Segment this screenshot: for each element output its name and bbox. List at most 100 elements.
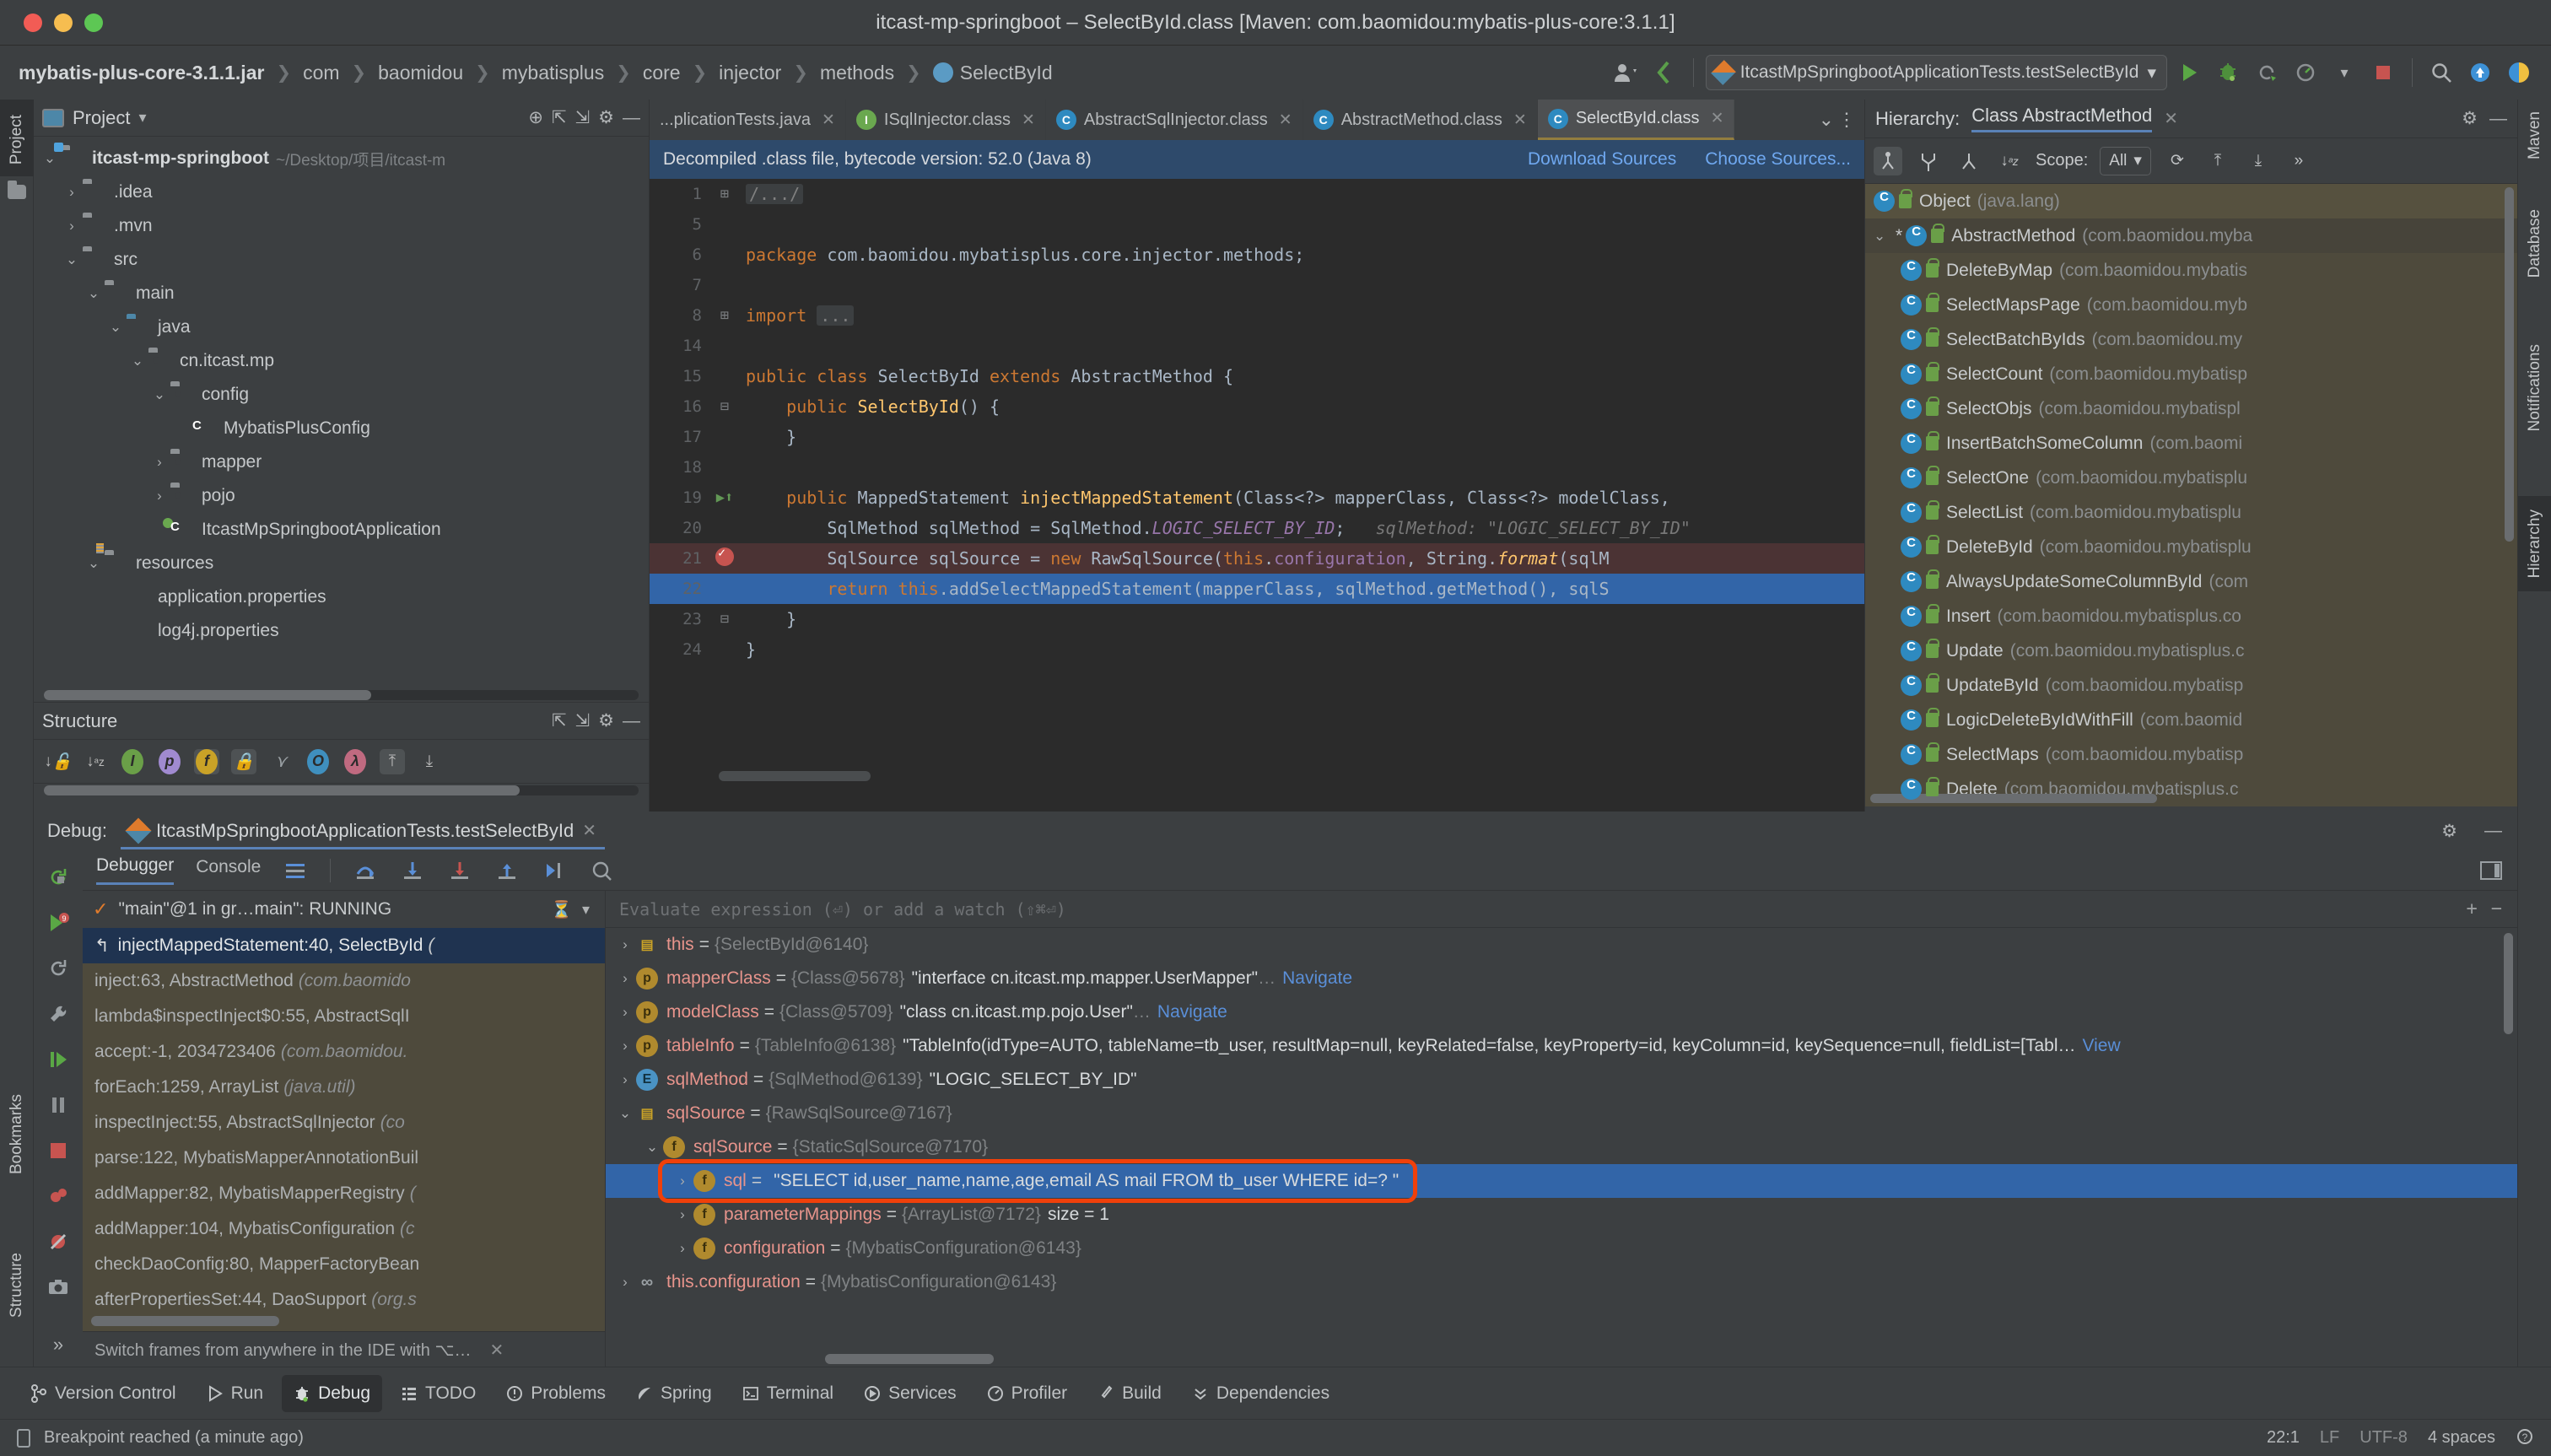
sidebar-tab-database[interactable]: Database (2518, 209, 2551, 278)
editor-tab[interactable]: CAbstractSqlInjector.class✕ (1046, 100, 1303, 140)
variable-row[interactable]: ⌄▤sqlSource={RawSqlSource@7167} (606, 1097, 2517, 1130)
hierarchy-item[interactable]: UpdateById(com.baomidou.mybatisp (1865, 668, 2517, 703)
hide-icon[interactable]: — (2484, 821, 2517, 841)
line-separator[interactable]: LF (2320, 1428, 2339, 1448)
variables-vertical-scrollbar[interactable] (2504, 933, 2513, 1034)
breadcrumb-item-injector[interactable]: injector (709, 62, 791, 84)
hide-icon[interactable]: — (623, 108, 640, 128)
tree-toggle-icon[interactable]: ⌄ (83, 285, 105, 302)
hierarchy-item[interactable]: SelectOne(com.baomidou.mybatisplu (1865, 461, 2517, 495)
run-button[interactable] (2172, 56, 2206, 89)
layout-settings-icon[interactable] (283, 858, 308, 883)
close-icon[interactable]: ✕ (1513, 111, 1527, 130)
type-hierarchy-icon[interactable] (1874, 147, 1902, 175)
project-tree-item[interactable]: ⌄itcast-mp-springboot~/Desktop/项目/itcast… (34, 142, 649, 175)
gutter-marker[interactable]: ⊟ (710, 398, 739, 415)
close-window-button[interactable] (24, 13, 42, 32)
close-icon[interactable]: ✕ (822, 111, 835, 130)
tree-toggle-icon[interactable]: ⌄ (127, 353, 148, 369)
stack-frame[interactable]: addMapper:82, MybatisMapperRegistry( (83, 1176, 605, 1211)
hierarchy-tree[interactable]: Object(java.lang)⌄*AbstractMethod(com.ba… (1865, 184, 2517, 806)
tool-window-bar[interactable]: Version ControlRunDebugTODOProblemsSprin… (0, 1367, 2551, 1419)
stack-frame[interactable]: afterPropertiesSet:44, DaoSupport(org.s (83, 1282, 605, 1318)
frames-list[interactable]: ↰injectMappedStatement:40, SelectById(in… (83, 928, 605, 1331)
overflow-icon[interactable]: » (43, 1329, 73, 1360)
project-tree-item[interactable]: ⌄main (34, 277, 649, 310)
stack-frame[interactable]: ↰injectMappedStatement:40, SelectById( (83, 928, 605, 963)
project-tree-item[interactable]: ⌄cn.itcast.mp (34, 344, 649, 378)
tool-window-button-terminal[interactable]: Terminal (731, 1375, 845, 1412)
code-line[interactable]: 14 (650, 331, 1864, 361)
breadcrumb-item-baomidou[interactable]: baomidou (368, 62, 473, 84)
filter-icon[interactable]: ⏳ (551, 899, 572, 920)
show-constants-icon[interactable]: O (305, 749, 331, 774)
editor-tab[interactable]: CAbstractMethod.class✕ (1303, 100, 1538, 140)
chevron-down-icon[interactable]: ▾ (2327, 56, 2361, 89)
resume-program-icon[interactable] (43, 1044, 73, 1075)
project-horizontal-scrollbar[interactable] (44, 690, 639, 700)
tree-toggle-icon[interactable]: › (614, 936, 636, 953)
project-tree-item[interactable]: ›pojo (34, 479, 649, 513)
update-available-icon[interactable] (2463, 56, 2497, 89)
hierarchy-item[interactable]: DeleteByMap(com.baomidou.mybatis (1865, 253, 2517, 288)
tree-toggle-icon[interactable]: ⌄ (1874, 228, 1896, 245)
zoom-window-button[interactable] (84, 13, 103, 32)
sort-by-visibility-icon[interactable]: ↓🔓 (46, 749, 71, 774)
tree-toggle-icon[interactable]: ⌄ (39, 150, 61, 167)
code-line[interactable]: 17 } (650, 422, 1864, 452)
editor-tab[interactable]: IISqlInjector.class✕ (846, 100, 1046, 140)
tool-window-button-version-control[interactable]: Version Control (19, 1375, 188, 1412)
tree-toggle-icon[interactable]: ⌄ (148, 386, 170, 403)
editor-tab[interactable]: ...plicationTests.java✕ (650, 100, 846, 140)
code-line[interactable]: 15public class SelectById extends Abstra… (650, 361, 1864, 391)
hierarchy-item[interactable]: SelectObjs(com.baomidou.mybatispl (1865, 391, 2517, 426)
update-project-icon[interactable] (1648, 56, 1681, 89)
stack-frame[interactable]: inspectInject:55, AbstractSqlInjector(co (83, 1105, 605, 1141)
collapse-icon[interactable]: ⤓ (2244, 147, 2273, 175)
close-icon[interactable]: ✕ (2164, 108, 2178, 129)
project-tree-item[interactable]: MybatisPlusConfig (34, 412, 649, 445)
show-lambdas-icon[interactable]: λ (342, 749, 368, 774)
code-line[interactable]: 18 (650, 452, 1864, 483)
scope-selector[interactable]: All ▾ (2100, 147, 2151, 175)
stop-icon[interactable] (43, 1135, 73, 1166)
editor-tab-bar[interactable]: ...plicationTests.java✕IISqlInjector.cla… (650, 100, 1864, 140)
breadcrumb-item-core[interactable]: core (633, 62, 691, 84)
show-non-public-icon[interactable]: 🔒 (231, 749, 256, 774)
tree-toggle-icon[interactable]: › (148, 488, 170, 504)
variables-horizontal-scrollbar[interactable] (825, 1354, 994, 1364)
hierarchy-item[interactable]: InsertBatchSomeColumn(com.baomi (1865, 426, 2517, 461)
remove-watch-button[interactable]: − (2491, 898, 2502, 919)
project-tree-item[interactable]: ›.idea (34, 175, 649, 209)
hierarchy-item[interactable]: SelectMaps(com.baomidou.mybatisp (1865, 737, 2517, 772)
step-out-icon[interactable] (494, 858, 520, 883)
run-configuration-selector[interactable]: ItcastMpSpringbootApplicationTests.testS… (1706, 55, 2167, 90)
tool-window-button-services[interactable]: Services (852, 1375, 968, 1412)
breadcrumb-item-class[interactable]: SelectById (923, 62, 1063, 84)
stop-button[interactable] (2366, 56, 2400, 89)
editor-tabs-overflow[interactable]: ⌄⋮ (1810, 100, 1864, 140)
code-line[interactable]: 23⊟ } (650, 604, 1864, 634)
hierarchy-item[interactable]: Update(com.baomidou.mybatisplus.c (1865, 634, 2517, 668)
run-method-gutter-icon[interactable]: ▶⬆ (716, 489, 733, 506)
code-line[interactable]: 8⊞import ... (650, 300, 1864, 331)
hierarchy-item[interactable]: ⌄*AbstractMethod(com.baomidou.myba (1865, 218, 2517, 253)
code-line[interactable]: 1⊞/.../ (650, 179, 1864, 209)
gear-icon[interactable]: ⚙ (598, 107, 614, 128)
overflow-icon[interactable]: » (2284, 147, 2313, 175)
help-icon[interactable]: ? (2516, 1428, 2536, 1448)
mute-breakpoints-icon[interactable] (43, 1227, 73, 1257)
hierarchy-vertical-scrollbar[interactable] (2505, 187, 2514, 542)
tree-toggle-icon[interactable]: ⌄ (83, 555, 105, 572)
file-encoding[interactable]: UTF-8 (2360, 1428, 2408, 1448)
project-tree-item[interactable]: ⌄src (34, 243, 649, 277)
hierarchy-item[interactable]: DeleteById(com.baomidou.mybatisplu (1865, 530, 2517, 564)
search-icon[interactable] (2424, 56, 2458, 89)
run-to-cursor-icon[interactable] (542, 858, 567, 883)
navigate-link[interactable]: Navigate (1282, 968, 1352, 989)
show-anonymous-icon[interactable]: ⋎ (268, 749, 294, 774)
stack-frame[interactable]: inject:63, AbstractMethod(com.baomido (83, 963, 605, 999)
chevron-down-icon[interactable]: ▾ (138, 109, 146, 127)
variable-row[interactable]: ›EsqlMethod={SqlMethod@6139}"LOGIC_SELEC… (606, 1063, 2517, 1097)
tree-toggle-icon[interactable]: ⌄ (614, 1105, 636, 1122)
